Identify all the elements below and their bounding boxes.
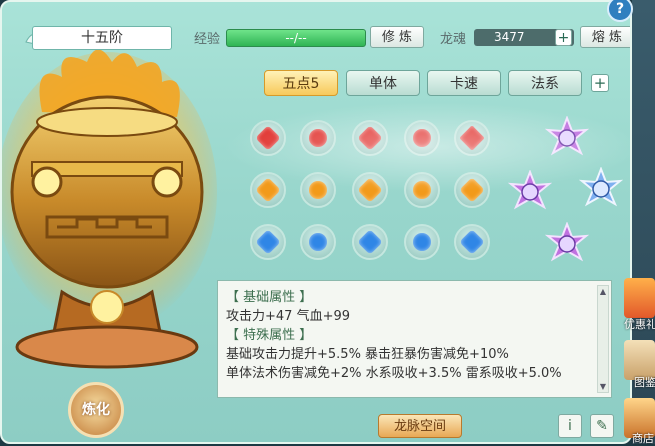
- gem-icon: [255, 177, 281, 203]
- soul-value-text: 3477: [494, 30, 525, 44]
- gem-slot[interactable]: [250, 224, 286, 260]
- star-gem-top[interactable]: [545, 116, 589, 160]
- gem-slot[interactable]: [250, 172, 286, 208]
- scroll-up-icon[interactable]: ▲: [599, 287, 607, 296]
- gem-slot[interactable]: [250, 120, 286, 156]
- refine-circle-button[interactable]: 炼化: [68, 382, 124, 438]
- gem-slot[interactable]: [352, 120, 388, 156]
- dragon-meridian-space-button[interactable]: 龙脉空间: [378, 414, 462, 438]
- soul-label: 龙魂: [440, 32, 467, 47]
- dragon-vein-panel: 十五阶 经验 --/-- 修 炼 龙魂 3477 + 熔 炼 五点5 单体 卡速…: [0, 0, 632, 444]
- star-gem-mid-left[interactable]: [508, 170, 552, 214]
- golden-cauldron-illustration: [2, 49, 217, 369]
- gem-slot[interactable]: [352, 224, 388, 260]
- star-gem-bottom[interactable]: [545, 222, 589, 266]
- side-album-label: 图鉴: [634, 376, 655, 389]
- edit-icon[interactable]: ✎: [590, 414, 614, 438]
- gem-icon: [255, 229, 281, 255]
- gem-slot[interactable]: [300, 172, 336, 208]
- add-tab-button[interactable]: +: [591, 74, 609, 92]
- smelt-button[interactable]: 熔 炼: [580, 26, 630, 48]
- base-attr-heading: 【 基础属性 】: [226, 290, 313, 305]
- gem-slot[interactable]: [454, 224, 490, 260]
- side-gift-label: 优惠礼: [624, 318, 655, 331]
- info-scrollbar[interactable]: ▲ ▼: [597, 285, 609, 393]
- xp-label: 经验: [194, 32, 221, 47]
- tab-speed[interactable]: 卡速: [427, 70, 501, 96]
- stage-level-display: 十五阶: [32, 26, 172, 50]
- tab-five-point-five[interactable]: 五点5: [264, 70, 338, 96]
- gem-slot[interactable]: [404, 120, 440, 156]
- gem-slot[interactable]: [300, 120, 336, 156]
- gem-icon: [459, 125, 485, 151]
- side-gift-icon[interactable]: [624, 278, 655, 318]
- gem-slot[interactable]: [300, 224, 336, 260]
- gem-slot[interactable]: [404, 224, 440, 260]
- gem-slot[interactable]: [404, 172, 440, 208]
- gem-icon: [409, 177, 435, 203]
- scroll-down-icon[interactable]: ▼: [599, 382, 607, 391]
- gem-slot[interactable]: [352, 172, 388, 208]
- gem-icon: [459, 177, 485, 203]
- gem-icon: [357, 125, 383, 151]
- gem-icon: [459, 229, 485, 255]
- special-attr-line-2: 单体法术伤害减免+2% 水系吸收+3.5% 雷系吸收+5.0%: [226, 366, 562, 381]
- gem-icon: [409, 125, 435, 151]
- gem-icon: [305, 229, 331, 255]
- gem-slot[interactable]: [454, 120, 490, 156]
- special-attr-heading: 【 特殊属性 】: [226, 328, 313, 343]
- xp-progress-bar: --/--: [226, 29, 366, 47]
- gem-icon: [357, 177, 383, 203]
- special-attr-line-1: 基础攻击力提升+5.5% 暴击狂暴伤害减免+10%: [226, 347, 509, 362]
- attribute-info-box: 【 基础属性 】 攻击力+47 气血+99 【 特殊属性 】 基础攻击力提升+5…: [217, 280, 612, 398]
- refine-button[interactable]: 修 炼: [370, 26, 424, 48]
- gem-icon: [409, 229, 435, 255]
- base-attr-line: 攻击力+47 气血+99: [226, 309, 351, 324]
- soul-add-button[interactable]: +: [555, 29, 572, 46]
- gem-icon: [357, 229, 383, 255]
- gem-icon: [255, 125, 281, 151]
- tab-magic[interactable]: 法系: [508, 70, 582, 96]
- gem-icon: [305, 125, 331, 151]
- tab-single[interactable]: 单体: [346, 70, 420, 96]
- gem-icon: [305, 177, 331, 203]
- star-gem-mid-right[interactable]: [579, 167, 623, 211]
- info-icon[interactable]: i: [558, 414, 582, 438]
- gem-slot[interactable]: [454, 172, 490, 208]
